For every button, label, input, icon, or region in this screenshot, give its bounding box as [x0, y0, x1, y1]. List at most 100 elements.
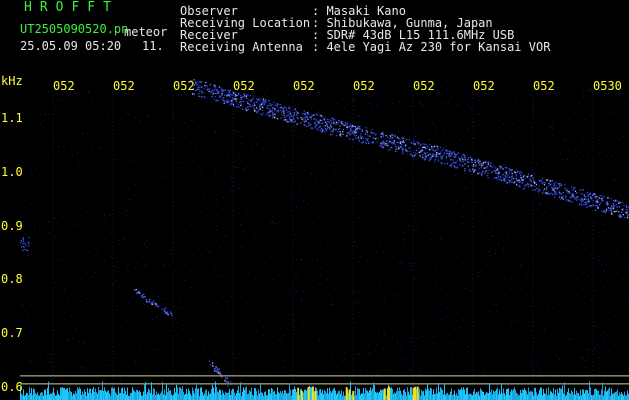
noise-pixel	[443, 346, 445, 348]
noise-floor-bar	[356, 394, 357, 400]
noise-pixel	[269, 136, 271, 137]
noise-pixel	[533, 100, 535, 102]
noise-pixel	[226, 374, 228, 376]
noise-pixel	[484, 303, 486, 304]
noise-pixel	[30, 203, 32, 205]
echo-pixel	[20, 239, 22, 242]
noise-pixel	[509, 235, 510, 237]
noise-floor-bar	[365, 387, 366, 400]
echo-pixel	[230, 381, 232, 383]
noise-pixel	[44, 329, 46, 331]
noise-pixel	[132, 237, 134, 239]
noise-pixel	[606, 155, 608, 157]
noise-pixel	[193, 272, 195, 274]
noise-pixel	[403, 242, 405, 244]
noise-pixel	[165, 333, 167, 335]
noise-pixel	[459, 361, 461, 363]
noise-pixel	[51, 199, 53, 201]
echo-pixel	[599, 195, 601, 197]
noise-pixel	[114, 158, 116, 160]
noise-floor-bar	[450, 391, 451, 400]
noise-pixel	[485, 385, 487, 387]
echo-pixel	[551, 188, 553, 190]
echo-pixel	[227, 381, 229, 383]
noise-pixel	[161, 229, 163, 231]
echo-pixel	[582, 189, 584, 191]
noise-pixel	[59, 100, 61, 102]
noise-pixel	[331, 304, 333, 306]
echo-pixel	[316, 114, 318, 116]
noise-floor-bar	[125, 390, 126, 400]
noise-pixel	[442, 195, 444, 196]
echo-pixel	[580, 198, 582, 200]
echo-pixel	[344, 124, 347, 126]
noise-pixel	[369, 103, 371, 105]
noise-pixel	[120, 380, 122, 382]
noise-pixel	[443, 358, 445, 360]
echo-pixel	[572, 194, 574, 196]
noise-pixel	[615, 165, 617, 167]
noise-pixel	[237, 166, 239, 168]
noise-pixel	[624, 103, 626, 104]
noise-floor-bar	[155, 395, 156, 400]
echo-pixel	[586, 202, 588, 205]
echo-pixel	[265, 100, 267, 102]
echo-pixel	[366, 133, 368, 135]
noise-pixel	[260, 319, 262, 321]
echo-pixel	[435, 155, 437, 157]
noise-floor-bar	[340, 393, 341, 400]
noise-pixel	[260, 308, 262, 310]
noise-pixel	[532, 104, 534, 106]
noise-floor-bar	[122, 387, 123, 400]
noise-pixel	[579, 318, 581, 320]
noise-pixel	[522, 124, 524, 126]
noise-pixel	[84, 140, 85, 142]
noise-pixel	[512, 281, 514, 283]
noise-pixel	[404, 358, 406, 360]
noise-pixel	[439, 237, 441, 239]
noise-floor-bar	[554, 394, 555, 400]
echo-pixel	[286, 119, 288, 121]
noise-floor-bar	[21, 393, 22, 400]
noise-pixel	[133, 296, 135, 298]
noise-pixel	[268, 335, 270, 337]
echo-pixel	[257, 109, 259, 111]
echo-pixel	[592, 199, 594, 202]
echo-pixel	[507, 176, 509, 178]
noise-pixel	[177, 322, 179, 324]
noise-pixel	[266, 101, 268, 103]
noise-pixel	[470, 108, 472, 110]
noise-pixel	[432, 122, 433, 124]
noise-floor-bar	[168, 388, 169, 400]
noise-pixel	[79, 289, 81, 291]
noise-floor-bar	[103, 391, 104, 400]
noise-pixel	[516, 321, 518, 323]
noise-pixel	[320, 226, 322, 228]
noise-pixel	[415, 205, 417, 206]
noise-pixel	[507, 227, 509, 229]
noise-pixel	[73, 391, 75, 392]
echo-pixel	[473, 164, 475, 166]
noise-floor-bar	[509, 395, 510, 400]
noise-floor-bar	[510, 391, 511, 400]
noise-floor-bar	[39, 395, 40, 400]
noise-pixel	[31, 174, 33, 176]
noise-pixel	[410, 171, 412, 173]
noise-pixel	[375, 207, 377, 209]
noise-floor-bar	[225, 391, 226, 400]
echo-pixel	[354, 131, 356, 133]
noise-pixel	[596, 344, 598, 345]
noise-pixel	[96, 248, 98, 250]
echo-pixel	[367, 138, 369, 140]
echo-pixel	[461, 155, 463, 157]
echo-pixel	[28, 245, 30, 247]
echo-pixel	[445, 157, 447, 160]
echo-pixel	[342, 128, 345, 131]
noise-pixel	[399, 262, 401, 264]
echo-pixel	[305, 115, 307, 118]
echo-pixel	[588, 200, 590, 202]
noise-pixel	[50, 354, 52, 355]
noise-pixel	[84, 298, 86, 300]
noise-pixel	[160, 137, 162, 139]
noise-pixel	[488, 250, 490, 252]
